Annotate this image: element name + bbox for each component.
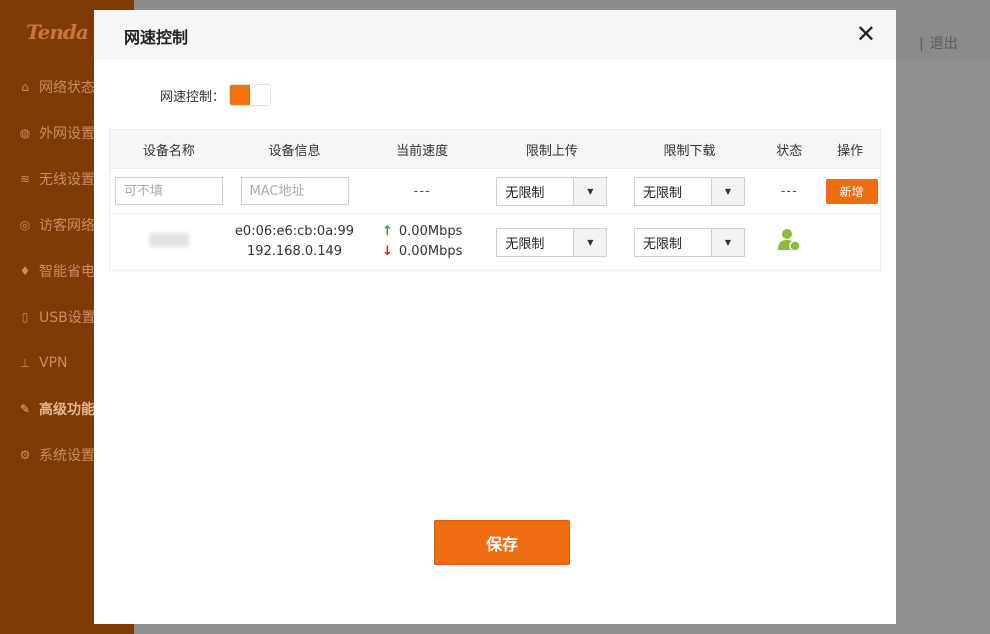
download-cell: 无限制 ▼ xyxy=(621,176,759,206)
device-name-cell xyxy=(110,233,228,251)
device-name-redacted xyxy=(148,233,189,247)
sidebar-item-label: 网络状态 xyxy=(39,80,95,96)
sidebar-item-label: 智能省电 xyxy=(39,264,95,280)
table-header: 设备名称 设备信息 当前速度 限制上传 限制下载 状态 操作 xyxy=(110,130,880,169)
vpn-icon: ⊥ xyxy=(19,356,31,370)
sidebar-item-label: 高级功能 xyxy=(39,402,95,418)
column-header: 当前速度 xyxy=(396,143,449,159)
close-icon[interactable]: ✕ xyxy=(856,22,876,46)
download-speed-line: ↓ 0.00Mbps xyxy=(361,242,483,262)
upload-speed: 0.00Mbps xyxy=(398,224,463,239)
mac-address-input[interactable] xyxy=(240,177,349,205)
download-speed: 0.00Mbps xyxy=(398,244,463,259)
download-limit-value: 无限制 xyxy=(642,236,682,252)
network-status-icon: ⌂ xyxy=(21,80,29,94)
upload-cell: 无限制 ▼ xyxy=(483,227,621,257)
speed-control-toggle[interactable] xyxy=(229,84,272,106)
arrow-down-icon: ↓ xyxy=(382,244,393,259)
status-placeholder: --- xyxy=(780,183,798,199)
logout-separator: | xyxy=(919,36,924,52)
upload-limit-select[interactable]: 无限制 ▼ xyxy=(496,227,608,257)
column-header: 设备名称 xyxy=(142,143,195,159)
sidebar-item-label: 无线设置 xyxy=(39,172,95,188)
sidebar-item-label: 访客网络 xyxy=(39,218,95,234)
download-cell: 无限制 ▼ xyxy=(621,227,759,257)
chevron-down-icon: ▼ xyxy=(710,177,744,205)
power-save-icon: ♦ xyxy=(19,264,31,278)
toggle-on-segment xyxy=(230,85,251,105)
dialog-header: 网速控制 ✕ xyxy=(94,10,896,60)
sidebar-item-label: USB设置 xyxy=(39,310,96,326)
dialog-title: 网速控制 xyxy=(124,28,189,47)
status-cell xyxy=(758,227,820,257)
device-ip: 192.168.0.149 xyxy=(246,244,343,259)
current-speed: ↑ 0.00Mbps ↓ 0.00Mbps xyxy=(361,222,483,262)
download-limit-select[interactable]: 无限制 ▼ xyxy=(633,176,745,206)
column-header: 状态 xyxy=(776,143,803,159)
device-info: e0:06:e6:cb:0a:99 192.168.0.149 xyxy=(228,222,362,262)
current-speed-placeholder: --- xyxy=(413,183,431,199)
chevron-down-icon: ▼ xyxy=(710,228,744,256)
user-online-icon xyxy=(778,229,801,252)
wifi-icon: ≋ xyxy=(19,172,31,186)
download-limit-select[interactable]: 无限制 ▼ xyxy=(633,227,745,257)
logout-link[interactable]: | 退出 xyxy=(919,33,958,53)
chevron-down-icon: ▼ xyxy=(573,177,607,205)
device-mac: e0:06:e6:cb:0a:99 xyxy=(234,224,355,239)
speed-control-toggle-row: 网速控制： xyxy=(160,84,272,106)
column-header: 限制下载 xyxy=(663,143,716,159)
add-button[interactable]: 新增 xyxy=(825,178,878,204)
mac-cell xyxy=(228,177,362,205)
toggle-off-segment xyxy=(250,85,271,105)
sidebar-item-label: VPN xyxy=(39,355,68,371)
upload-cell: 无限制 ▼ xyxy=(483,176,621,206)
save-button[interactable]: 保存 xyxy=(434,520,570,565)
speed-control-dialog: 网速控制 ✕ 网速控制： 设备名称 设备信息 当前速度 限制上传 限制下载 状态… xyxy=(94,10,896,624)
sidebar-item-label: 系统设置 xyxy=(39,448,95,464)
column-header: 设备信息 xyxy=(268,143,321,159)
usb-icon: ▯ xyxy=(21,310,29,324)
toggle-label: 网速控制： xyxy=(160,89,226,105)
system-gear-icon: ⚙ xyxy=(19,448,31,462)
download-limit-value: 无限制 xyxy=(642,185,682,201)
upload-limit-select[interactable]: 无限制 ▼ xyxy=(496,176,608,206)
tenda-logo: Tenda xyxy=(26,20,89,44)
new-rule-row: --- 无限制 ▼ 无限制 ▼ --- 新增 xyxy=(110,169,880,214)
guest-network-icon: ◎ xyxy=(19,218,31,232)
device-name-input[interactable] xyxy=(114,177,223,205)
upload-limit-value: 无限制 xyxy=(505,236,545,252)
device-speed-table: 设备名称 设备信息 当前速度 限制上传 限制下载 状态 操作 --- 无限制 ▼ xyxy=(109,129,881,271)
name-cell xyxy=(110,177,228,205)
sidebar-item-label: 外网设置 xyxy=(39,126,95,142)
globe-icon: ◍ xyxy=(19,126,31,140)
upload-speed-line: ↑ 0.00Mbps xyxy=(361,222,483,242)
upload-limit-value: 无限制 xyxy=(505,185,545,201)
wrench-icon: ✎ xyxy=(19,402,31,416)
logout-label: 退出 xyxy=(929,36,958,52)
column-header: 限制上传 xyxy=(525,143,578,159)
column-header: 操作 xyxy=(837,143,864,159)
chevron-down-icon: ▼ xyxy=(573,228,607,256)
action-cell: 新增 xyxy=(820,178,880,204)
table-row: e0:06:e6:cb:0a:99 192.168.0.149 ↑ 0.00Mbp… xyxy=(110,214,880,270)
arrow-up-icon: ↑ xyxy=(382,224,393,239)
